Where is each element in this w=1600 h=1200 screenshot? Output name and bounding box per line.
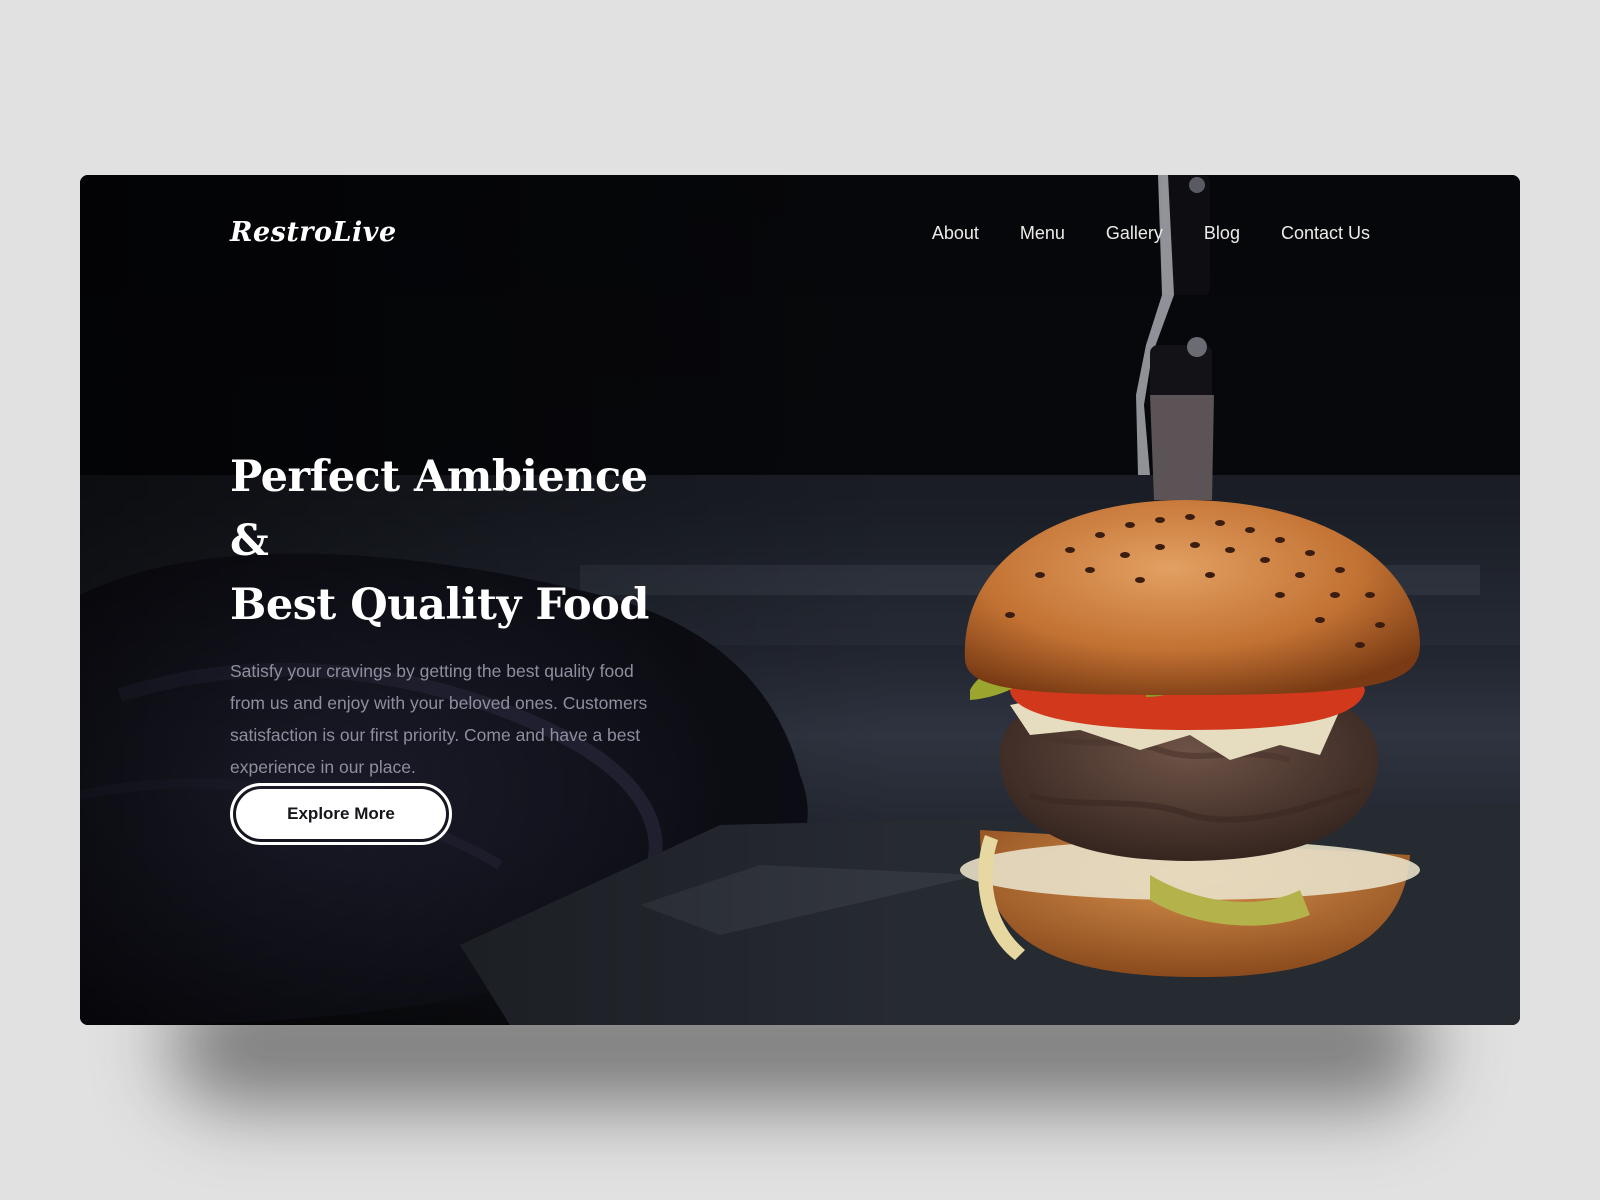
hero-description: Satisfy your cravings by getting the bes… [230, 661, 648, 777]
hero-text-block: Perfect Ambience & Best Quality Food Sat… [230, 445, 670, 783]
nav-menu: About Menu Gallery Blog Contact Us [932, 223, 1370, 244]
restrolive-logo[interactable]: RestroLive [230, 217, 397, 248]
top-navigation: RestroLive About Menu Gallery Blog Conta… [80, 175, 1520, 295]
hero-headline-line-1: Perfect Ambience & [230, 452, 648, 566]
hero-headline-line-2: Best Quality Food [230, 580, 649, 630]
nav-link-gallery[interactable]: Gallery [1106, 223, 1163, 244]
hero-headline: Perfect Ambience & Best Quality Food [230, 445, 670, 637]
nav-link-about[interactable]: About [932, 223, 979, 244]
nav-link-contact-us[interactable]: Contact Us [1281, 223, 1370, 244]
nav-link-menu[interactable]: Menu [1020, 223, 1065, 244]
nav-link-blog[interactable]: Blog [1204, 223, 1240, 244]
explore-more-button[interactable]: Explore More [230, 783, 452, 845]
landing-page-card: RestroLive About Menu Gallery Blog Conta… [80, 175, 1520, 1025]
explore-more-label: Explore More [236, 789, 446, 839]
